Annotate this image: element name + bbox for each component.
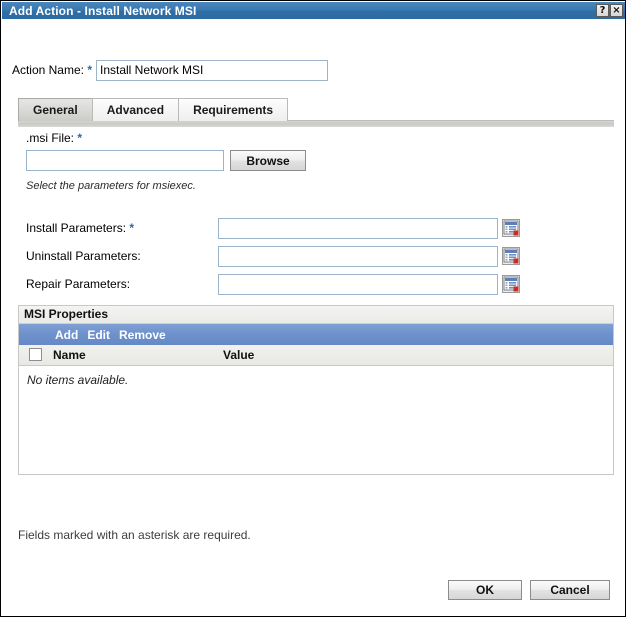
window-title: Add Action - Install Network MSI <box>9 3 197 18</box>
required-asterisk: * <box>129 221 135 235</box>
add-button[interactable]: Add <box>55 328 78 342</box>
repair-parameters-row: Repair Parameters: <box>2 273 625 295</box>
msiexec-hint-text: Select the parameters for msiexec. <box>26 180 196 192</box>
title-bar-buttons: ? × <box>596 4 625 17</box>
action-name-label: Action Name: * <box>2 63 96 77</box>
uninstall-parameters-label-text: Uninstall Parameters: <box>26 249 141 263</box>
required-asterisk: * <box>87 63 92 77</box>
cancel-button[interactable]: Cancel <box>530 580 610 600</box>
tab-underline-strip <box>18 120 614 127</box>
close-icon[interactable]: × <box>610 4 623 17</box>
install-parameters-picker-icon[interactable] <box>502 219 520 237</box>
action-name-row: Action Name: * <box>2 59 625 81</box>
install-parameters-input[interactable] <box>218 217 498 239</box>
repair-parameters-label: Repair Parameters: <box>26 273 130 295</box>
tab-list: General Advanced Requirements <box>18 97 614 121</box>
title-bar: Add Action - Install Network MSI ? × <box>2 2 625 19</box>
msi-file-input[interactable] <box>26 150 224 171</box>
repair-parameters-picker-icon[interactable] <box>502 275 520 293</box>
repair-parameters-input[interactable] <box>218 273 498 295</box>
msi-properties-toolbar: Add Edit Remove <box>19 324 613 345</box>
install-parameters-row: Install Parameters: * <box>2 217 625 239</box>
column-header-name: Name <box>53 348 86 362</box>
select-all-checkbox[interactable] <box>29 348 42 361</box>
install-parameters-label-text: Install Parameters: <box>26 221 127 235</box>
msi-file-label-text: .msi File: <box>26 131 74 145</box>
msi-properties-column-header: Name Value <box>19 345 613 366</box>
list-picker-icon <box>503 220 519 236</box>
msi-properties-panel: MSI Properties Add Edit Remove Name Valu… <box>18 305 614 475</box>
column-header-value: Value <box>223 348 255 362</box>
action-name-label-text: Action Name: <box>11 63 84 77</box>
edit-button[interactable]: Edit <box>87 328 110 342</box>
install-parameters-label: Install Parameters: * <box>26 217 134 239</box>
msi-file-label: .msi File: * <box>26 131 82 145</box>
repair-parameters-label-text: Repair Parameters: <box>26 277 131 291</box>
browse-button[interactable]: Browse <box>230 150 306 171</box>
add-action-dialog: Add Action - Install Network MSI ? × Act… <box>0 0 626 617</box>
uninstall-parameters-picker-icon[interactable] <box>502 247 520 265</box>
tab-advanced[interactable]: Advanced <box>91 98 180 121</box>
tab-bar: General Advanced Requirements <box>18 97 614 127</box>
required-asterisk: * <box>77 131 83 145</box>
list-picker-icon <box>503 276 519 292</box>
action-name-input[interactable] <box>96 59 328 81</box>
required-fields-note: Fields marked with an asterisk are requi… <box>18 528 251 542</box>
uninstall-parameters-row: Uninstall Parameters: <box>2 245 625 267</box>
tab-general[interactable]: General <box>18 98 93 121</box>
help-icon[interactable]: ? <box>596 4 609 17</box>
uninstall-parameters-input[interactable] <box>218 245 498 267</box>
uninstall-parameters-label: Uninstall Parameters: <box>26 245 141 267</box>
msi-properties-title: MSI Properties <box>19 306 613 324</box>
dialog-content: Action Name: * General Advanced Requirem… <box>2 19 625 616</box>
list-picker-icon <box>503 248 519 264</box>
msi-properties-empty-message: No items available. <box>27 373 129 387</box>
ok-button[interactable]: OK <box>448 580 522 600</box>
tab-requirements[interactable]: Requirements <box>178 98 289 121</box>
remove-button[interactable]: Remove <box>119 328 166 342</box>
